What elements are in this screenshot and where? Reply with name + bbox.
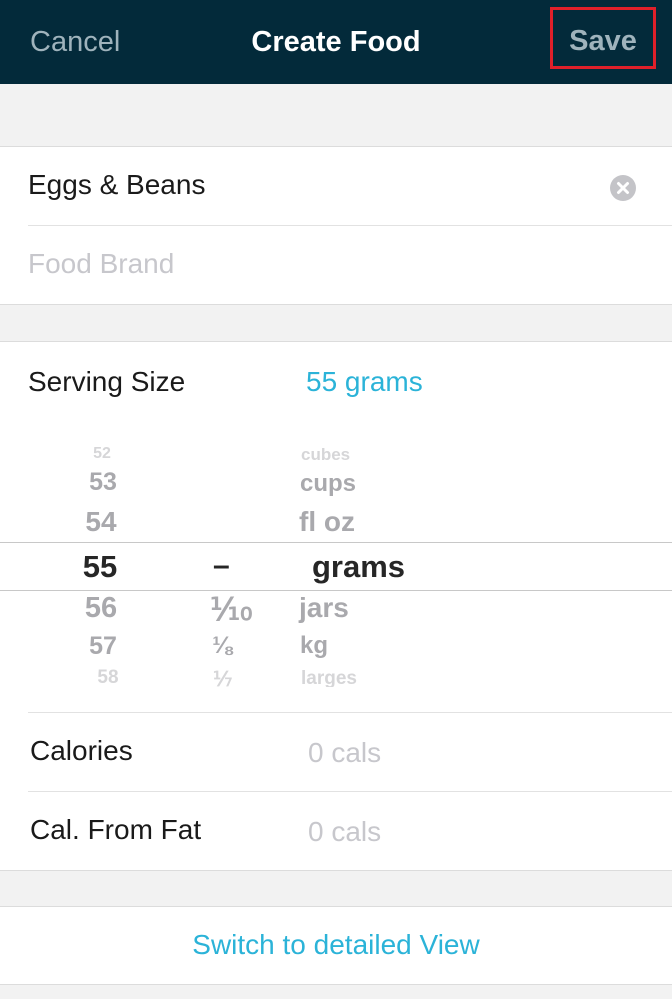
picker-selection-top <box>0 542 672 543</box>
picker-fraction-selected[interactable]: – <box>213 549 230 583</box>
picker-unit-selected[interactable]: grams <box>312 549 405 585</box>
calories-input[interactable]: 0 cals <box>308 737 381 769</box>
picker-unit-option[interactable]: kg <box>300 632 328 660</box>
picker-fraction-option[interactable]: ⅛ <box>212 632 232 660</box>
serving-picker[interactable]: 52 53 54 55 56 57 58 – ⅒ ⅛ ⅐ cubes cups … <box>0 442 672 687</box>
switch-view-card: Switch to detailed View <box>0 906 672 985</box>
cal-from-fat-input[interactable]: 0 cals <box>308 816 381 848</box>
picker-unit-option[interactable]: cups <box>300 470 356 498</box>
picker-number-option[interactable]: 58 <box>63 667 153 687</box>
serving-size-value[interactable]: 55 grams <box>306 366 423 398</box>
picker-unit-option[interactable]: larges <box>301 668 357 687</box>
picker-fraction-option[interactable]: ⅒ <box>210 592 252 628</box>
picker-number-option[interactable]: 57 <box>58 632 148 661</box>
food-info-card: Eggs & Beans Food Brand <box>0 146 672 305</box>
picker-number-option[interactable]: 53 <box>58 468 148 497</box>
clear-circle-icon[interactable] <box>610 175 636 201</box>
switch-detailed-view-link[interactable]: Switch to detailed View <box>0 929 672 961</box>
cal-from-fat-label: Cal. From Fat <box>30 814 202 845</box>
food-name-value[interactable]: Eggs & Beans <box>28 169 205 201</box>
calories-label: Calories <box>30 735 133 766</box>
picker-unit-option[interactable]: fl oz <box>299 506 355 538</box>
picker-number-option[interactable]: 54 <box>56 506 146 538</box>
picker-unit-option[interactable]: cubes <box>301 445 350 465</box>
serving-card: Serving Size 55 grams 52 53 54 55 56 57 … <box>0 341 672 871</box>
picker-unit-option[interactable]: jars <box>299 592 349 624</box>
picker-selection-bottom <box>0 590 672 591</box>
save-highlight-box: Save <box>550 7 656 69</box>
picker-number-option[interactable]: 56 <box>56 592 146 625</box>
food-brand-placeholder[interactable]: Food Brand <box>28 248 174 280</box>
food-brand-field[interactable]: Food Brand <box>28 226 672 304</box>
picker-fraction-option[interactable]: ⅐ <box>213 667 232 687</box>
divider <box>28 712 672 713</box>
picker-number-option[interactable]: 52 <box>57 445 147 463</box>
serving-size-label: Serving Size <box>28 366 186 397</box>
food-name-field[interactable]: Eggs & Beans <box>28 147 672 225</box>
save-button[interactable]: Save <box>553 25 653 58</box>
picker-number-selected[interactable]: 55 <box>55 549 145 585</box>
divider <box>28 791 672 792</box>
navigation-bar: Cancel Create Food Save <box>0 0 672 84</box>
